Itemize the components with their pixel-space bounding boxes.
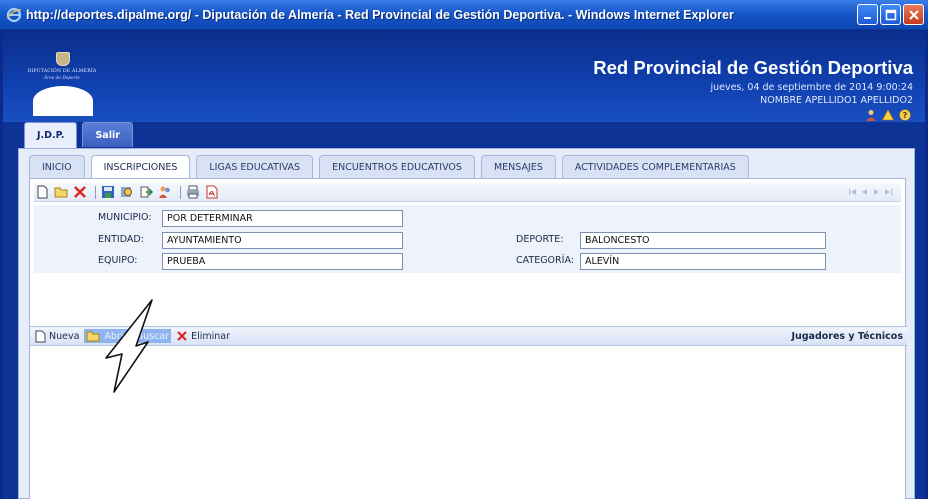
close-icon [909, 10, 919, 20]
municipio-label: MUNICIPIO: [98, 212, 152, 223]
save-button[interactable] [100, 184, 116, 200]
tab-inicio[interactable]: INICIO [29, 155, 85, 178]
new-document-icon [37, 185, 48, 199]
tab-inscripciones[interactable]: INSCRIPCIONES [90, 155, 191, 179]
warning-icon[interactable] [882, 109, 894, 121]
user-name: NOMBRE APELLIDO1 APELLIDO2 [760, 95, 913, 106]
delete-icon [74, 186, 86, 198]
entidad-field[interactable]: AYUNTAMIENTO [162, 232, 403, 249]
save-icon [102, 186, 114, 198]
pdf-icon [206, 185, 218, 199]
toolbar-separator [180, 185, 181, 199]
deporte-label: DEPORTE: [516, 234, 564, 245]
logo-org-text: DIPUTACIÓN DE ALMERÍA [27, 69, 97, 74]
inscripcion-form: MUNICIPIO: POR DETERMINAR ENTIDAD: AYUNT… [34, 205, 901, 273]
window-controls [857, 4, 924, 25]
print-button[interactable] [185, 184, 201, 200]
first-page-icon[interactable] [848, 186, 857, 198]
nueva-label: Nueva [49, 330, 80, 342]
open-folder-icon [54, 187, 67, 198]
tab-jdp[interactable]: J.D.P. [24, 122, 78, 148]
users-button[interactable] [157, 184, 173, 200]
mouse-pointer-icon [105, 299, 153, 393]
open-folder-button[interactable] [53, 184, 69, 200]
municipio-field[interactable]: POR DETERMINAR [162, 210, 403, 227]
application-area: DIPUTACIÓN DE ALMERÍA Área de Deporte Re… [0, 30, 928, 499]
deporte-field[interactable]: BALONCESTO [580, 232, 826, 249]
pdf-button[interactable] [204, 184, 220, 200]
delete-icon [177, 331, 187, 341]
header-banner: DIPUTACIÓN DE ALMERÍA Área de Deporte Re… [3, 30, 925, 122]
close-button[interactable] [903, 4, 924, 25]
users-icon [159, 186, 170, 198]
logo-area-text: Área de Deporte [44, 76, 80, 81]
help-icon[interactable]: ? [899, 109, 911, 121]
toolbar-separator [95, 185, 96, 199]
diputacion-logo[interactable]: DIPUTACIÓN DE ALMERÍA Área de Deporte [21, 52, 103, 116]
new-document-button[interactable] [34, 184, 50, 200]
tab-mensajes[interactable]: MENSAJES [480, 155, 556, 178]
eliminar-label: Eliminar [191, 330, 231, 342]
internet-explorer-icon [6, 7, 22, 22]
export-icon [140, 186, 153, 198]
window-title: http://deportes.dipalme.org/ - Diputació… [26, 7, 734, 22]
current-datetime: jueves, 04 de septiembre de 2014 9:00:24 [710, 82, 913, 93]
jugadores-tecnicos-title: Jugadores y Técnicos [791, 330, 903, 342]
previous-page-icon[interactable] [860, 186, 869, 198]
minimize-icon [864, 17, 871, 19]
tab-ligas-educativas[interactable]: LIGAS EDUCATIVAS [196, 155, 314, 178]
user-icon[interactable] [865, 109, 877, 121]
section-tabs: INICIO INSCRIPCIONES LIGAS EDUCATIVAS EN… [29, 155, 749, 179]
minimize-button[interactable] [857, 4, 878, 25]
print-icon [187, 185, 199, 199]
logo-arc [33, 86, 93, 116]
nueva-button[interactable]: Nueva [35, 330, 79, 343]
equipo-label: EQUIPO: [98, 255, 138, 266]
top-tabs: J.D.P. Salir [24, 122, 133, 148]
maximize-icon [885, 9, 897, 21]
svg-text:?: ? [903, 111, 908, 120]
categoria-field[interactable]: ALEVÍN [580, 253, 826, 270]
coat-of-arms-icon [56, 52, 70, 66]
tab-salir[interactable]: Salir [82, 122, 133, 147]
last-page-icon[interactable] [884, 186, 893, 198]
eliminar-button[interactable]: Eliminar [176, 330, 230, 342]
delete-button[interactable] [72, 184, 88, 200]
categoria-label: CATEGORÍA: [516, 255, 574, 266]
app-brand-title: Red Provincial de Gestión Deportiva [593, 57, 913, 78]
search-icon [121, 187, 132, 197]
next-page-icon[interactable] [872, 186, 881, 198]
export-button[interactable] [138, 184, 154, 200]
search-button[interactable] [119, 184, 135, 200]
new-document-icon [35, 330, 46, 342]
entidad-label: ENTIDAD: [98, 234, 144, 245]
tab-actividades-complementarias[interactable]: ACTIVIDADES COMPLEMENTARIAS [561, 155, 749, 178]
tab-encuentros-educativos[interactable]: ENCUENTROS EDUCATIVOS [319, 155, 475, 178]
maximize-button[interactable] [880, 4, 901, 25]
window-title-bar: http://deportes.dipalme.org/ - Diputació… [0, 0, 928, 30]
equipo-field[interactable]: PRUEBA [162, 253, 403, 270]
record-toolbar [34, 183, 901, 202]
header-icons: ? [865, 109, 911, 121]
record-pager [848, 186, 893, 198]
